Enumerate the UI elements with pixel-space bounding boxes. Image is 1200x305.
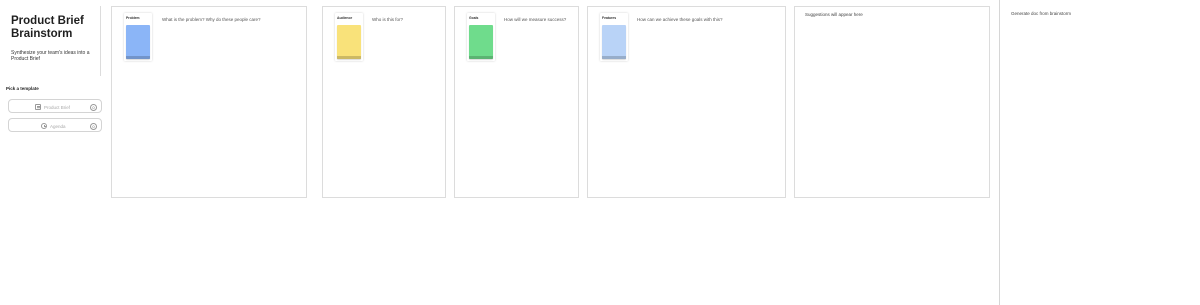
sticky-note[interactable] (469, 25, 493, 59)
product-brief-template-button[interactable]: Product Brief 0 (8, 99, 102, 113)
sticky-note[interactable] (126, 25, 150, 59)
column-question: How will we measure success? (504, 17, 567, 22)
column-label-card[interactable]: Features (600, 13, 628, 61)
column-audience[interactable]: Audience Who is this for? (322, 6, 446, 198)
template-panel-heading: Pick a template (6, 86, 39, 91)
sticky-note[interactable] (602, 25, 626, 59)
generated-doc-heading: Generate doc from brainstorm (1011, 11, 1072, 16)
column-question: Who is this for? (372, 17, 404, 22)
column-label-card[interactable]: Audience (335, 13, 363, 61)
column-goals[interactable]: Goals How will we measure success? (454, 6, 579, 198)
title-card: Product Brief Brainstorm Synthesize your… (4, 6, 101, 76)
column-tag: Problem (126, 16, 140, 20)
sticky-note[interactable] (337, 25, 361, 59)
suggestions-heading: Suggestions will appear here (805, 12, 863, 17)
column-question: What is the problem? Why do these people… (162, 17, 261, 22)
page-subtitle: Synthesize your team's ideas into a Prod… (11, 50, 90, 62)
document-icon (35, 103, 41, 110)
divider (999, 0, 1000, 305)
column-label-card[interactable]: Problem (124, 13, 152, 61)
template-button-label: Agenda (50, 123, 66, 129)
template-count-badge: 0 (90, 103, 97, 111)
column-tag: Audience (337, 16, 353, 20)
template-button-label: Product Brief (44, 104, 71, 110)
column-question: How can we achieve these goals with this… (637, 17, 723, 22)
column-problem[interactable]: Problem What is the problem? Why do thes… (111, 6, 307, 198)
template-count-badge: 0 (90, 122, 97, 130)
column-features[interactable]: Features How can we achieve these goals … (587, 6, 786, 198)
column-tag: Features (602, 16, 617, 20)
column-label-card[interactable]: Goals (467, 13, 495, 61)
suggestions-frame[interactable]: Suggestions will appear here (794, 6, 990, 198)
column-tag: Goals (469, 16, 479, 20)
agenda-template-button[interactable]: Agenda 0 (8, 118, 102, 132)
clock-icon (41, 122, 47, 129)
page-title: Product Brief Brainstorm (11, 15, 84, 40)
